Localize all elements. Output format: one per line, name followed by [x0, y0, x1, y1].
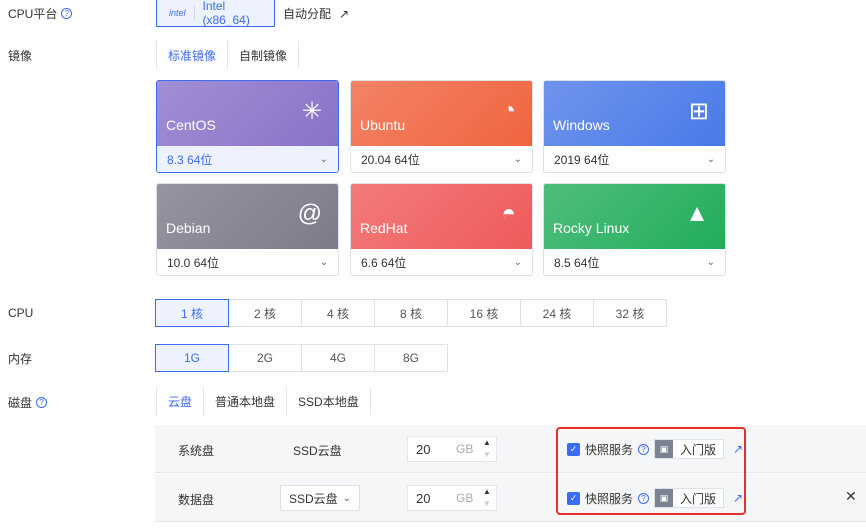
intel-option-label: Intel (x86_64): [202, 0, 250, 27]
disk-size-input[interactable]: 20 GB ▲ ▼: [407, 485, 497, 511]
debian-logo-icon: @: [297, 200, 322, 227]
memory-options: 1G 2G 4G 8G: [155, 344, 448, 372]
image-card-debian[interactable]: @ Debian 10.0 64位 ⌄: [156, 183, 339, 276]
image-banner: ⊞ Windows: [544, 81, 725, 146]
ubuntu-logo-icon: ◔: [501, 97, 517, 124]
tab-custom-image[interactable]: 自制镜像: [227, 41, 300, 69]
disk-size-input[interactable]: 20 GB ▲ ▼: [407, 436, 497, 462]
version-value: 8.3 64位: [167, 153, 213, 167]
image-card-centos[interactable]: ✳ CentOS 8.3 64位 ⌄: [156, 80, 339, 173]
tab-local-disk[interactable]: 普通本地盘: [203, 387, 286, 415]
chevron-down-icon: ⌄: [319, 154, 328, 165]
memory-label: 内存: [8, 352, 33, 366]
chevron-down-icon: ⌄: [513, 257, 522, 268]
windows-logo-icon: ⊞: [688, 98, 709, 125]
image-label: 镜像: [8, 49, 33, 63]
cpu-options: 1 核2 核4 核8 核 16 核 24 核 32 核: [155, 299, 667, 327]
memory-option[interactable]: 4G: [301, 344, 375, 372]
remove-disk-icon[interactable]: ✕: [845, 488, 857, 505]
cpu-option[interactable]: 2 核: [228, 299, 302, 327]
version-value: 2019 64位: [554, 153, 610, 167]
chevron-down-icon: ⌄: [706, 154, 715, 165]
centos-logo-icon: ✳: [301, 98, 322, 125]
cpu-option[interactable]: 16 核: [447, 299, 521, 327]
chevron-down-icon: ⌄: [706, 257, 715, 268]
help-icon[interactable]: ?: [61, 8, 73, 19]
image-name: Debian: [166, 220, 211, 236]
cpu-platform-label: CPU平台?: [8, 5, 73, 22]
image-name: Ubuntu: [360, 117, 406, 133]
disk-category: SSD云盘: [293, 444, 342, 458]
image-card-rocky-linux[interactable]: ▲ Rocky Linux 8.5 64位 ⌄: [543, 183, 726, 276]
version-value: 10.0 64位: [167, 256, 220, 270]
size-unit: GB: [456, 491, 474, 505]
system-disk-row: 系统盘 SSD云盘 20 GB ▲ ▼ ✓ 快照服务? ▣ 入门版 ↗: [155, 425, 866, 473]
help-icon[interactable]: ?: [36, 397, 48, 408]
size-value: 20: [416, 490, 431, 506]
tab-ssd-local-disk[interactable]: SSD本地盘: [286, 387, 371, 415]
size-stepper[interactable]: ▲ ▼: [478, 437, 496, 461]
cpu-platform-text: CPU平台: [8, 7, 58, 21]
rocky-linux-logo-icon: ▲: [685, 200, 709, 227]
size-unit: GB: [456, 442, 474, 456]
disk-type: 系统盘: [178, 444, 215, 458]
image-card-windows[interactable]: ⊞ Windows 2019 64位 ⌄: [543, 80, 726, 173]
disk-label: 磁盘?: [8, 394, 48, 411]
version-select[interactable]: 6.6 64位 ⌄: [351, 249, 532, 275]
version-select[interactable]: 20.04 64位 ⌄: [351, 146, 532, 172]
memory-option[interactable]: 1G: [155, 344, 229, 372]
version-value: 6.6 64位: [361, 256, 407, 270]
image-banner: ◔ Ubuntu: [351, 81, 532, 146]
image-banner: ✳ CentOS: [157, 81, 338, 146]
image-banner: @ Debian: [157, 184, 338, 249]
version-value: 20.04 64位: [361, 153, 420, 167]
external-link-icon[interactable]: ↗: [339, 7, 349, 21]
memory-option[interactable]: 8G: [374, 344, 448, 372]
image-banner: ▲ Rocky Linux: [544, 184, 725, 249]
cpu-option[interactable]: 1 核: [155, 299, 229, 327]
image-name: CentOS: [166, 117, 216, 133]
size-stepper[interactable]: ▲ ▼: [478, 486, 496, 510]
image-name: RedHat: [360, 220, 408, 236]
intel-option[interactable]: intel Intel (x86_64): [156, 0, 275, 27]
disk-type: 数据盘: [178, 493, 215, 507]
version-value: 8.5 64位: [554, 256, 600, 270]
cpu-option[interactable]: 4 核: [301, 299, 375, 327]
redhat-logo-icon: ◓: [501, 200, 517, 227]
chevron-down-icon: ⌄: [513, 154, 522, 165]
data-disk-row: 数据盘 SSD云盘 ⌄ 20 GB ▲ ▼ ✓ 快照服务? ▣ 入门版 ↗ ✕: [155, 474, 866, 522]
cpu-label: CPU: [8, 306, 34, 320]
highlight-box: [556, 427, 746, 515]
intel-logo-icon: intel: [169, 7, 186, 18]
auto-assign-label: 自动分配: [283, 7, 332, 21]
disk-category-value: SSD云盘: [289, 491, 338, 506]
size-value: 20: [416, 441, 431, 457]
disk-category-select[interactable]: SSD云盘 ⌄: [280, 485, 360, 511]
image-card-ubuntu[interactable]: ◔ Ubuntu 20.04 64位 ⌄: [350, 80, 533, 173]
image-name: Windows: [553, 117, 610, 133]
disk-tabs: 云盘 普通本地盘 SSD本地盘: [156, 387, 371, 415]
image-card-redhat[interactable]: ◓ RedHat 6.6 64位 ⌄: [350, 183, 533, 276]
disk-label-text: 磁盘: [8, 396, 33, 410]
memory-option[interactable]: 2G: [228, 344, 302, 372]
cpu-option[interactable]: 8 核: [374, 299, 448, 327]
version-select[interactable]: 8.5 64位 ⌄: [544, 249, 725, 275]
tab-standard-image[interactable]: 标准镜像: [156, 41, 227, 69]
auto-assign[interactable]: 自动分配 ↗: [283, 5, 349, 22]
image-tabs: 标准镜像 自制镜像: [156, 41, 300, 69]
image-name: Rocky Linux: [553, 220, 630, 236]
image-banner: ◓ RedHat: [351, 184, 532, 249]
version-select[interactable]: 2019 64位 ⌄: [544, 146, 725, 172]
version-select[interactable]: 8.3 64位 ⌄: [157, 146, 338, 172]
tab-cloud-disk[interactable]: 云盘: [156, 387, 203, 415]
version-select[interactable]: 10.0 64位 ⌄: [157, 249, 338, 275]
chevron-down-icon: ⌄: [319, 257, 328, 268]
cpu-option[interactable]: 24 核: [520, 299, 594, 327]
chevron-down-icon: ⌄: [342, 492, 351, 504]
cpu-option[interactable]: 32 核: [593, 299, 667, 327]
